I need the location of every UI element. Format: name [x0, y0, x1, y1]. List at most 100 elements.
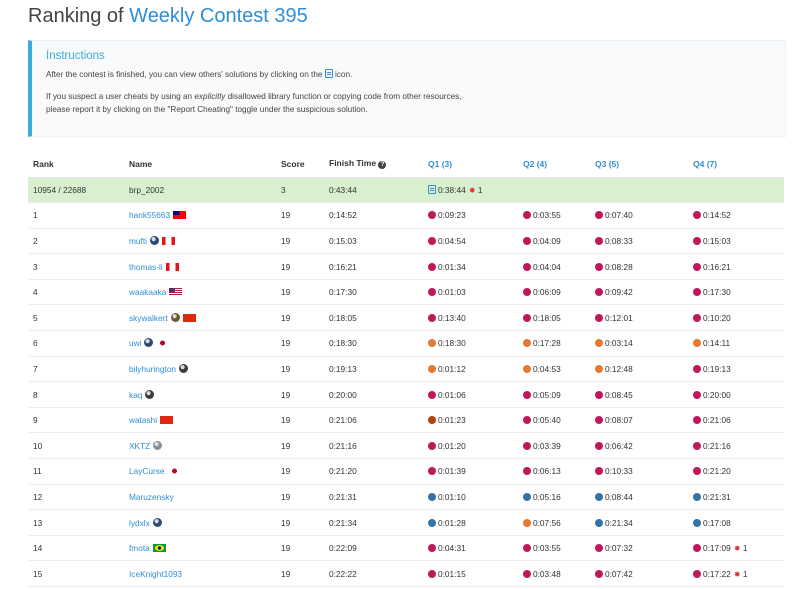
cpp-language-icon[interactable]	[428, 441, 436, 450]
cpp-language-icon[interactable]	[595, 236, 603, 245]
python-language-icon[interactable]	[693, 492, 701, 501]
username-link[interactable]: waakaaka	[129, 287, 166, 297]
cpp-language-icon[interactable]	[693, 544, 701, 553]
username-link[interactable]: IceKnight1093	[129, 569, 182, 579]
solve-time: 0:21:34	[605, 517, 633, 528]
contest-link[interactable]: Weekly Contest 395	[129, 5, 308, 27]
cpp-language-icon[interactable]	[595, 288, 603, 297]
cpp-language-icon[interactable]	[595, 390, 603, 399]
python-language-icon[interactable]	[428, 518, 436, 527]
instructions-text: If you suspect a user cheats by using an	[46, 92, 195, 101]
cpp-language-icon[interactable]	[693, 569, 701, 578]
cpp-language-icon[interactable]	[595, 262, 603, 271]
cpp-language-icon[interactable]	[693, 288, 701, 297]
java-language-icon[interactable]	[523, 339, 531, 348]
cpp-language-icon[interactable]	[523, 211, 531, 220]
cpp-language-icon[interactable]	[595, 416, 603, 425]
cpp-language-icon[interactable]	[693, 467, 701, 476]
python-language-icon[interactable]	[595, 492, 603, 501]
cpp-language-icon[interactable]	[428, 569, 436, 578]
username-link[interactable]: skywalkert	[129, 313, 168, 323]
q3-cell: 0:08:07	[590, 407, 688, 434]
cpp-language-icon[interactable]	[595, 211, 603, 220]
q1-header[interactable]: Q1 (3)	[423, 151, 518, 178]
cpp-language-icon[interactable]	[595, 467, 603, 476]
java-language-icon[interactable]	[693, 339, 701, 348]
cpp-language-icon[interactable]	[428, 313, 436, 322]
username-link[interactable]: bilyhurington	[129, 364, 176, 374]
solve-time: 0:08:33	[605, 235, 633, 246]
score-cell: 19	[276, 304, 324, 332]
q2-header[interactable]: Q2 (4)	[518, 151, 590, 178]
username-link[interactable]: lydxlx	[129, 518, 150, 528]
cpp-language-icon[interactable]	[523, 544, 531, 553]
java-language-icon[interactable]	[523, 364, 531, 373]
rank-cell: 2	[28, 228, 124, 255]
q4-cell: 0:14:11	[688, 330, 784, 357]
rust-language-icon[interactable]	[428, 416, 436, 425]
q2-cell: 0:03:55	[518, 202, 590, 229]
cpp-language-icon[interactable]	[595, 313, 603, 322]
cpp-language-icon[interactable]	[428, 236, 436, 245]
q2-cell: 0:03:48	[518, 560, 590, 587]
cpp-language-icon[interactable]	[428, 467, 436, 476]
username-link[interactable]: watashi	[129, 415, 157, 425]
username-link[interactable]: kaq	[129, 390, 142, 400]
help-icon[interactable]: ?	[378, 161, 387, 170]
solve-time: 0:03:39	[533, 440, 561, 451]
java-language-icon[interactable]	[523, 518, 531, 527]
cpp-language-icon[interactable]	[523, 569, 531, 578]
wrong-answer-bug-icon: ✸	[731, 569, 743, 579]
cpp-language-icon[interactable]	[523, 262, 531, 271]
cpp-language-icon[interactable]	[595, 569, 603, 578]
username-link[interactable]: hank55663	[129, 210, 170, 220]
cpp-language-icon[interactable]	[523, 236, 531, 245]
solve-time: 0:03:48	[533, 568, 561, 579]
cpp-language-icon[interactable]	[428, 544, 436, 553]
cpp-language-icon[interactable]	[693, 313, 701, 322]
cpp-language-icon[interactable]	[428, 211, 436, 220]
finish-time-cell: 0:22:22	[324, 560, 423, 587]
java-language-icon[interactable]	[595, 339, 603, 348]
cpp-language-icon[interactable]	[523, 288, 531, 297]
python-language-icon[interactable]	[595, 518, 603, 527]
cpp-language-icon[interactable]	[523, 416, 531, 425]
cpp-language-icon[interactable]	[523, 390, 531, 399]
cpp-language-icon[interactable]	[428, 262, 436, 271]
username-link[interactable]: thomas-li	[129, 262, 163, 272]
cpp-language-icon[interactable]	[428, 390, 436, 399]
username-link[interactable]: XKTZ	[129, 441, 150, 451]
cpp-language-icon[interactable]	[693, 211, 701, 220]
java-language-icon[interactable]	[428, 339, 436, 348]
java-language-icon[interactable]	[428, 364, 436, 373]
cpp-language-icon[interactable]	[523, 313, 531, 322]
username-link[interactable]: fmota	[129, 543, 150, 553]
solve-time: 0:01:10	[438, 491, 466, 502]
cpp-language-icon[interactable]	[523, 441, 531, 450]
cpp-language-icon[interactable]	[595, 544, 603, 553]
username-link[interactable]: uwi	[129, 338, 141, 348]
q4-header[interactable]: Q4 (7)	[688, 151, 784, 178]
java-language-icon[interactable]	[595, 364, 603, 373]
cpp-language-icon[interactable]	[693, 441, 701, 450]
cpp-language-icon[interactable]	[693, 262, 701, 271]
cpp-language-icon[interactable]	[693, 364, 701, 373]
cpp-language-icon[interactable]	[595, 441, 603, 450]
cpp-language-icon[interactable]	[693, 390, 701, 399]
username-link[interactable]: Maruzensky	[129, 492, 174, 502]
cpp-language-icon[interactable]	[523, 467, 531, 476]
cpp-language-icon[interactable]	[428, 288, 436, 297]
cpp-language-icon[interactable]	[693, 416, 701, 425]
q3-cell: 0:03:14	[590, 330, 688, 357]
solve-time: 0:08:28	[605, 261, 633, 272]
q4-cell: 0:17:08	[688, 509, 784, 536]
q3-header[interactable]: Q3 (5)	[590, 151, 688, 178]
solve-time: 0:01:39	[438, 466, 466, 477]
python-language-icon[interactable]	[523, 492, 531, 501]
solution-document-icon[interactable]	[428, 184, 436, 194]
username-link[interactable]: mufti	[129, 236, 147, 246]
username-link[interactable]: LayCurse	[129, 466, 165, 476]
python-language-icon[interactable]	[693, 518, 701, 527]
cpp-language-icon[interactable]	[693, 236, 701, 245]
python-language-icon[interactable]	[428, 492, 436, 501]
